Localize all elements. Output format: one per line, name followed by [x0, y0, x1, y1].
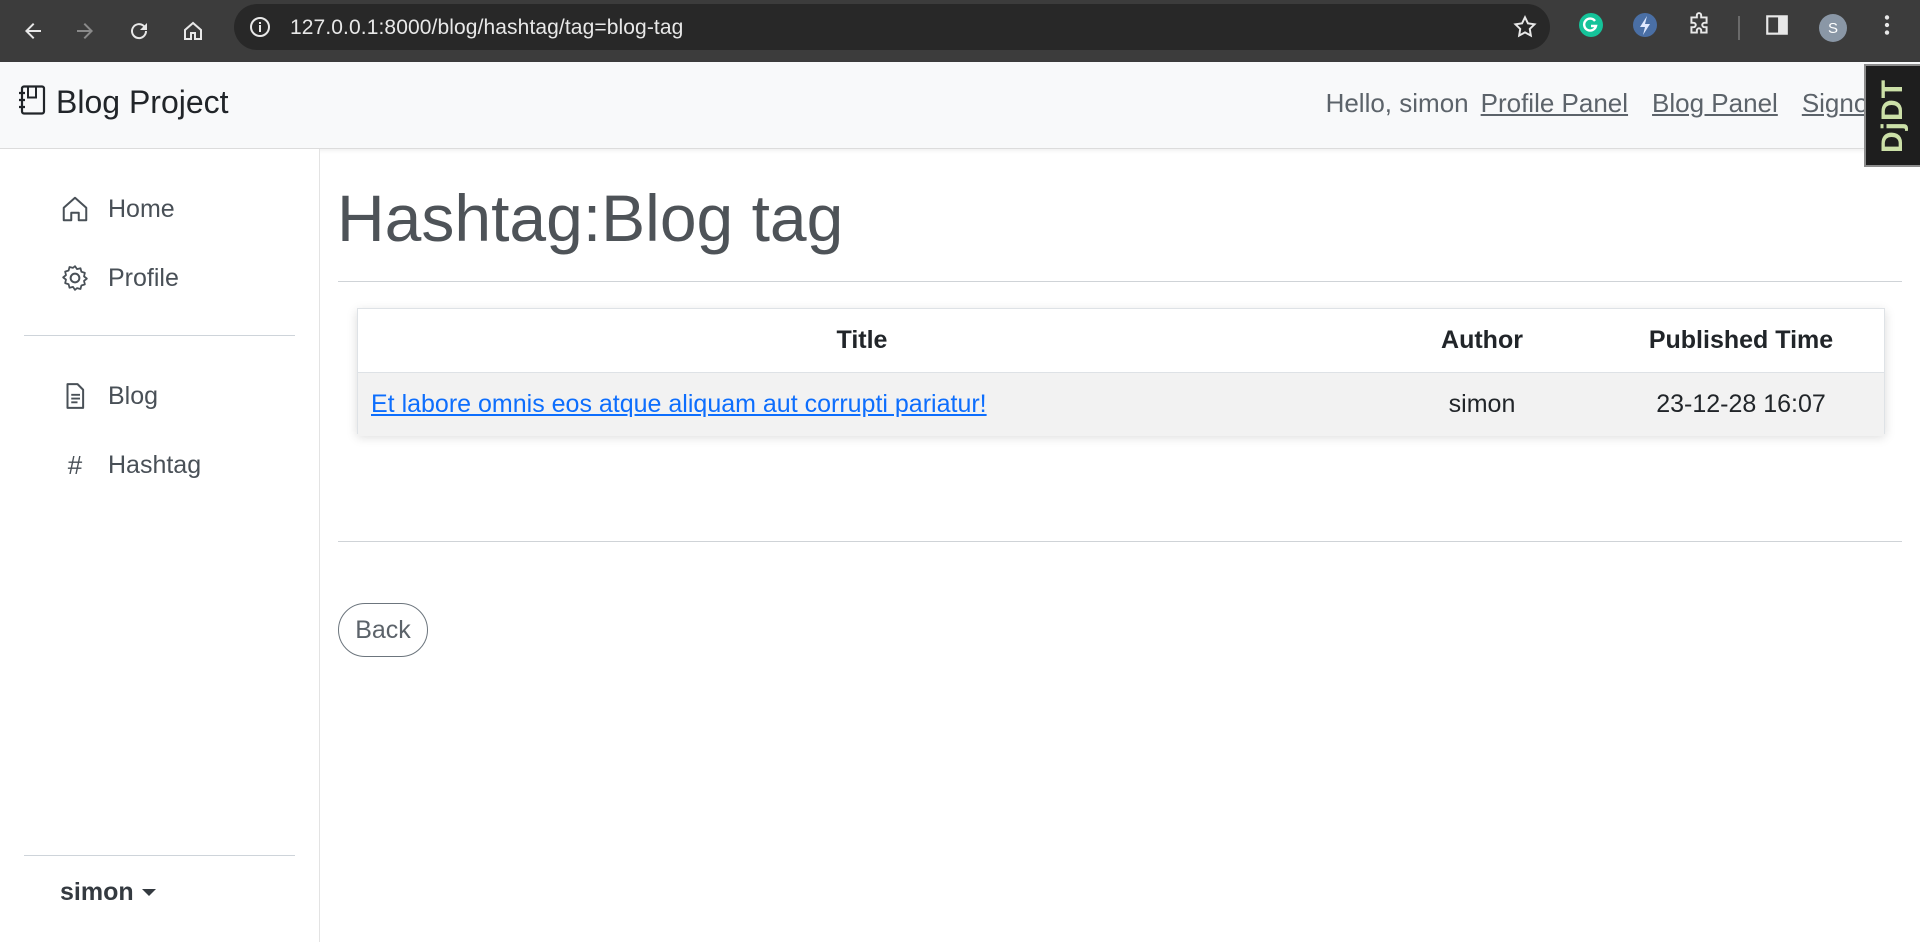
extensions-puzzle-icon[interactable] — [1686, 12, 1712, 38]
top-navbar: Blog Project Hello, simon Profile Panel … — [0, 62, 1920, 149]
home-browser-icon[interactable] — [172, 10, 214, 52]
column-header-author: Author — [1366, 309, 1598, 373]
grammarly-icon[interactable] — [1578, 12, 1604, 38]
table-row: Et labore omnis eos atque aliquam aut co… — [358, 372, 1884, 436]
url-text[interactable]: 127.0.0.1:8000/blog/hashtag/tag=blog-tag — [290, 16, 683, 40]
sidebar-item-blog[interactable]: Blog — [58, 376, 158, 416]
browser-menu-icon[interactable] — [1874, 12, 1900, 38]
toolbar-separator — [1738, 16, 1740, 40]
bookmark-star-icon[interactable] — [1512, 14, 1538, 40]
page-title: Hashtag:Blog tag — [337, 181, 844, 255]
sidebar: Home Profile Blog # Hashtag simon — [0, 149, 320, 942]
sidebar-item-home[interactable]: Home — [58, 189, 175, 229]
column-header-published-time: Published Time — [1598, 309, 1884, 373]
sidebar-item-label: Home — [108, 194, 175, 223]
sidebar-bottom-divider — [24, 855, 295, 856]
browser-toolbar: 127.0.0.1:8000/blog/hashtag/tag=blog-tag… — [0, 0, 1920, 62]
django-debug-toolbar-handle[interactable]: DjDT — [1864, 64, 1920, 167]
site-info-icon[interactable] — [248, 15, 272, 39]
browser-profile-avatar[interactable]: S — [1819, 14, 1847, 42]
post-published-cell: 23-12-28 16:07 — [1598, 372, 1884, 436]
back-button[interactable]: Back — [338, 603, 428, 657]
sidebar-item-label: Profile — [108, 263, 179, 292]
journal-icon — [18, 85, 46, 120]
profile-panel-link[interactable]: Profile Panel — [1481, 88, 1628, 119]
document-icon — [58, 379, 92, 413]
user-dropdown-toggle[interactable]: simon — [60, 878, 156, 907]
sidebar-item-label: Blog — [108, 381, 159, 410]
post-title-link[interactable]: Et labore omnis eos atque aliquam aut co… — [371, 390, 987, 418]
blog-panel-link[interactable]: Blog Panel — [1652, 88, 1778, 119]
posts-table: Title Author Published Time Et labore om… — [357, 308, 1885, 436]
gear-icon — [58, 261, 92, 295]
caret-down-icon — [141, 889, 156, 896]
sidebar-username: simon — [60, 878, 134, 906]
djdt-label: DjDT — [1876, 78, 1909, 153]
sidebar-divider — [24, 335, 295, 336]
greeting-text: Hello, simon — [1325, 88, 1469, 118]
content-divider — [338, 541, 1902, 542]
post-title-cell: Et labore omnis eos atque aliquam aut co… — [358, 372, 1366, 436]
brand-link[interactable]: Blog Project — [18, 84, 229, 121]
sidebar-item-label: Hashtag — [108, 450, 202, 479]
brand-title: Blog Project — [56, 84, 229, 120]
side-panel-icon[interactable] — [1764, 12, 1790, 38]
forward-arrow-icon[interactable] — [64, 10, 106, 52]
back-arrow-icon[interactable] — [12, 10, 54, 52]
lightning-extension-icon[interactable] — [1632, 12, 1658, 38]
address-bar[interactable]: 127.0.0.1:8000/blog/hashtag/tag=blog-tag — [234, 4, 1550, 50]
hash-icon: # — [67, 449, 83, 480]
title-divider — [338, 281, 1902, 282]
reload-icon[interactable] — [118, 10, 160, 52]
sidebar-item-hashtag[interactable]: # Hashtag — [58, 445, 201, 485]
sidebar-item-profile[interactable]: Profile — [58, 258, 179, 298]
post-author-cell: simon — [1366, 372, 1598, 436]
column-header-title: Title — [358, 309, 1366, 373]
home-icon — [58, 192, 92, 226]
table-header-row: Title Author Published Time — [358, 309, 1884, 373]
user-nav: Hello, simon Profile Panel Blog Panel Si… — [1326, 88, 1890, 119]
